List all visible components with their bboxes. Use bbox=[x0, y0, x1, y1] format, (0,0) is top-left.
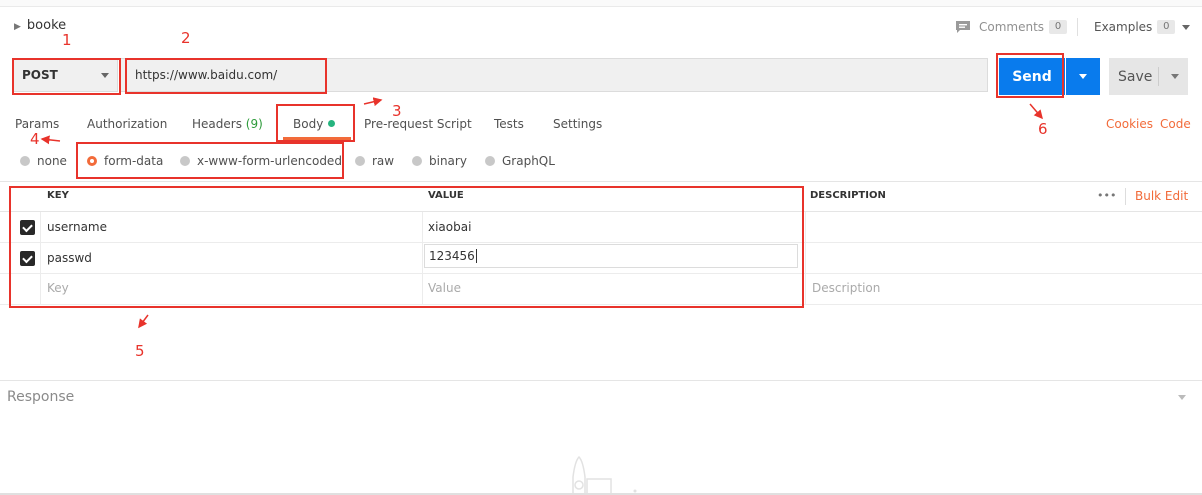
divider bbox=[0, 380, 1202, 381]
annotation-arrows bbox=[40, 97, 1043, 329]
rocket-illustration-icon bbox=[572, 455, 637, 495]
chevron-down-icon[interactable] bbox=[1178, 395, 1186, 400]
response-heading: Response bbox=[7, 389, 75, 405]
